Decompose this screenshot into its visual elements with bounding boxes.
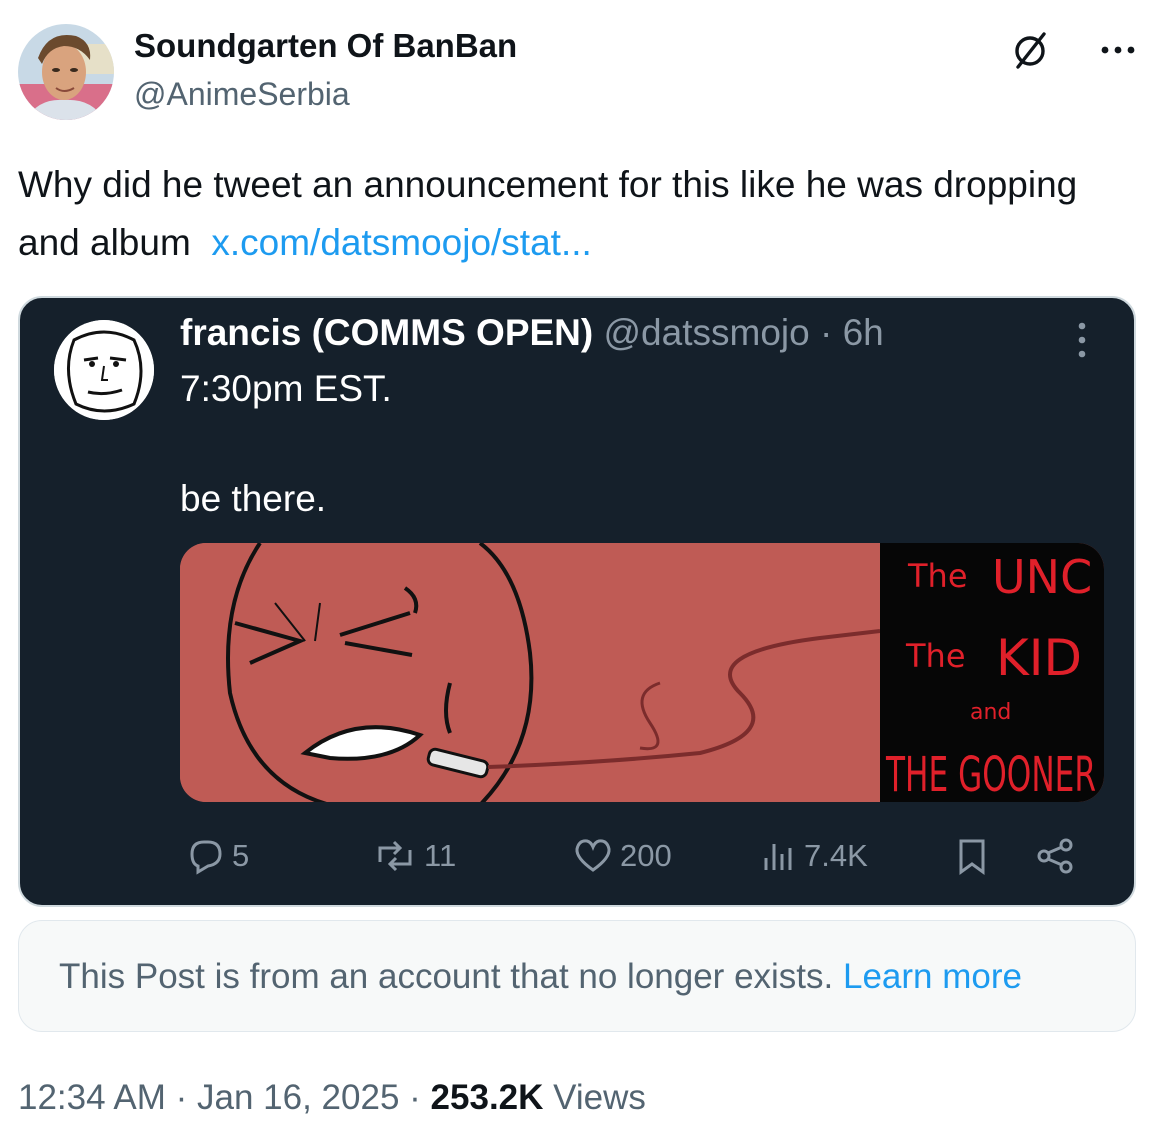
tweet-footer: 12:34 AM · Jan 16, 2025 · 253.2K Views — [18, 1078, 646, 1118]
quoted-handle[interactable]: @datssmojo — [604, 312, 810, 353]
deleted-account-notice: This Post is from an account that no lon… — [18, 920, 1136, 1032]
quoted-media-image[interactable]: The UNC The KID and THE GOONER — [180, 543, 1104, 802]
author-avatar[interactable] — [18, 24, 114, 120]
share-button[interactable] — [1034, 834, 1078, 878]
quoted-author-avatar[interactable] — [54, 320, 154, 420]
notice-text: This Post is from an account that no lon… — [59, 957, 1022, 997]
media-artwork: The UNC The KID and THE GOONER — [180, 543, 1104, 802]
reply-button[interactable]: 5 — [186, 834, 249, 878]
footer-separator-1: · — [175, 1078, 188, 1117]
media-text-the-gooner: THE GOONER — [885, 747, 1096, 802]
post-date[interactable]: Jan 16, 2025 — [197, 1078, 399, 1117]
repost-button[interactable]: 11 — [372, 834, 456, 878]
repost-count: 11 — [424, 838, 457, 873]
analytics-icon — [764, 844, 792, 870]
media-text-and: and — [970, 700, 1011, 725]
learn-more-link[interactable]: Learn more — [843, 957, 1022, 996]
like-count: 200 — [620, 838, 672, 873]
user-avatar-icon — [18, 24, 114, 120]
quoted-separator: · — [819, 312, 833, 353]
grok-icon[interactable] — [1010, 30, 1050, 70]
quoted-more-icon[interactable] — [1064, 318, 1100, 362]
bookmark-button[interactable] — [952, 834, 992, 878]
footer-separator-2: · — [409, 1078, 421, 1117]
bookmark-icon — [959, 839, 985, 875]
quoted-header: francis (COMMS OPEN) @datssmojo · 6h — [180, 312, 884, 354]
quoted-text-line-1: 7:30pm EST. — [180, 368, 392, 409]
media-text-the-2: The — [905, 637, 966, 675]
quoted-tweet-card[interactable]: francis (COMMS OPEN) @datssmojo · 6h 7:3… — [18, 296, 1136, 907]
more-options-icon[interactable] — [1098, 30, 1138, 70]
author-handle[interactable]: @AnimeSerbia — [134, 76, 350, 113]
reply-icon — [190, 840, 222, 875]
views-count: 7.4K — [804, 838, 868, 873]
tweet-link[interactable]: x.com/datsmoojo/stat... — [211, 222, 591, 263]
author-display-name[interactable]: Soundgarten Of BanBan — [134, 27, 517, 65]
meme-face-avatar-icon — [54, 320, 154, 420]
post-views-label: Views — [553, 1078, 646, 1117]
heart-icon — [575, 839, 611, 872]
media-text-kid: KID — [996, 629, 1082, 687]
quoted-age[interactable]: 6h — [843, 312, 884, 353]
media-text-unc: UNC — [992, 550, 1092, 604]
views-button[interactable]: 7.4K — [758, 834, 868, 878]
tweet-text: Why did he tweet an announcement for thi… — [18, 156, 1138, 272]
repost-icon — [378, 840, 412, 872]
media-text-the-1: The — [907, 557, 968, 595]
reply-count: 5 — [232, 838, 250, 873]
quoted-display-name[interactable]: francis (COMMS OPEN) — [180, 312, 593, 353]
notice-message: This Post is from an account that no lon… — [59, 957, 834, 996]
like-button[interactable]: 200 — [572, 834, 672, 878]
post-views-count: 253.2K — [430, 1078, 544, 1117]
post-time[interactable]: 12:34 AM — [18, 1078, 166, 1117]
quoted-text-line-2: be there. — [180, 478, 327, 519]
share-icon — [1037, 838, 1073, 874]
